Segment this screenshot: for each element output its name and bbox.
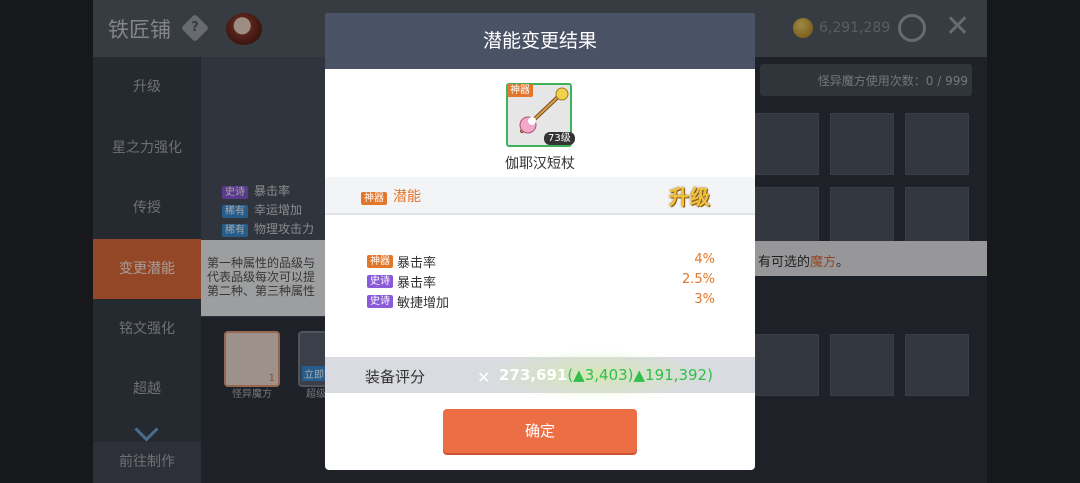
potential-section-title: 神器 潜能 — [361, 186, 421, 206]
attribute-name: 敏捷增加 — [397, 296, 450, 311]
attribute-name: 暴击率 — [397, 256, 437, 271]
attribute-row: 史诗 敏捷增加 3% — [367, 292, 715, 312]
grade-tag: 史诗 — [367, 275, 393, 288]
game-screen: 铁匠铺 ? 6,291,289 ✕ 升级 星之力强化 传授 变更潜能 铭文强化 … — [0, 0, 1080, 483]
potential-result-dialog: 潜能变更结果 神器 73级 伽耶汉短杖 神器 潜能 升级 神器 暴击率 4% 史诗… — [325, 13, 755, 470]
attribute-row: 史诗 暴击率 2.5% — [367, 272, 715, 292]
attribute-row: 神器 暴击率 4% — [367, 252, 715, 272]
attribute-name: 暴击率 — [397, 276, 437, 291]
confirm-button[interactable]: 确定 — [443, 409, 637, 453]
score-number: 273,691 — [499, 366, 568, 384]
attribute-value: 2.5% — [681, 272, 715, 287]
item-name: 伽耶汉短杖 — [505, 156, 575, 172]
attribute-value: 3% — [694, 292, 715, 307]
grade-tag: 史诗 — [367, 295, 393, 308]
item-grade-tag: 神器 — [507, 84, 533, 97]
attribute-value: 4% — [694, 252, 715, 267]
equip-score-label: 装备评分 — [365, 368, 426, 386]
upgrade-badge: 升级 — [669, 185, 711, 209]
section-title-text: 潜能 — [393, 189, 421, 205]
score-delta-2: ▲191,392) — [633, 366, 713, 384]
dialog-title: 潜能变更结果 — [325, 13, 755, 69]
section-grade-tag: 神器 — [361, 192, 387, 205]
score-delta: (▲3,403) — [567, 366, 634, 384]
item-level: 73级 — [544, 132, 575, 145]
sword-icon: ✕ — [477, 368, 491, 387]
grade-tag: 神器 — [367, 255, 393, 268]
equip-score-value: 273,691(▲3,403)▲191,392) — [499, 366, 713, 384]
